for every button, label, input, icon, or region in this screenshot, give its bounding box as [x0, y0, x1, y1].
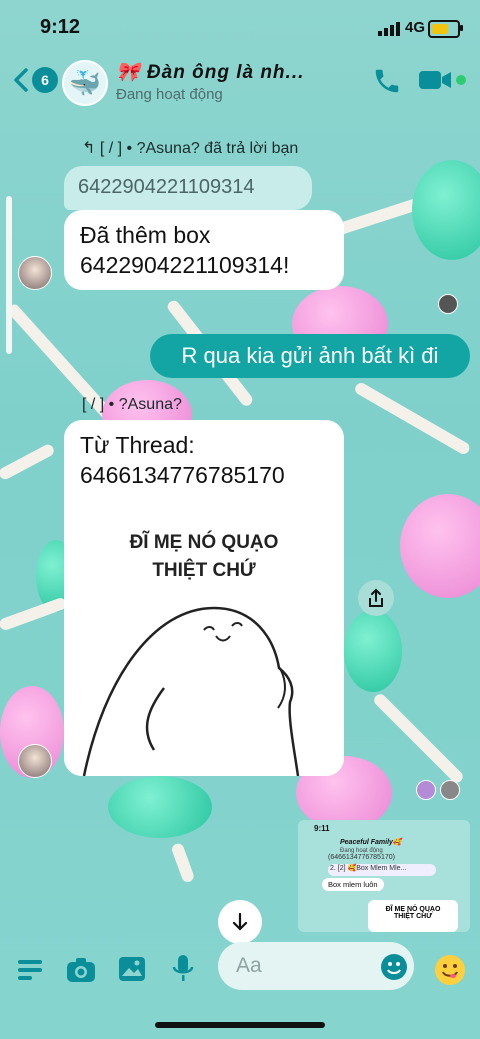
lollipop-pink	[400, 494, 480, 598]
read-receipt-avatar	[416, 780, 436, 800]
message-input[interactable]: Aa	[218, 942, 414, 990]
scroll-down-button[interactable]	[218, 900, 262, 944]
reply-header: ↰ [ / ] • ?Asuna? đã trả lời bạn	[82, 140, 299, 157]
thumb-meme: ĐĨ MẸ NÓ QUẠO THIỆT CHỨ	[368, 900, 458, 932]
lollipop-stick	[0, 442, 56, 482]
video-call-icon[interactable]	[418, 66, 452, 94]
thumb-time: 9:11	[314, 824, 330, 833]
battery-icon	[428, 20, 460, 38]
group-avatar[interactable]: 🐳	[62, 60, 108, 106]
attachment-thumbnail[interactable]: 9:11 Peaceful Family🥰 Đang hoạt động (64…	[298, 820, 470, 932]
thumb-row2: 2. [2] 🥰Box Mlem Mle...	[328, 864, 436, 876]
signal-icon	[378, 22, 400, 36]
image-message-bubble[interactable]: Từ Thread: 6466134776785170 ĐĨ MẸ NÓ QUẠ…	[64, 420, 344, 776]
thumb-meme-line1: ĐĨ MẸ NÓ QUẠO	[385, 906, 441, 913]
lollipop-stick	[371, 691, 466, 786]
chat-title[interactable]: 🎀 Đàn ông là nh...	[116, 60, 304, 84]
gallery-icon[interactable]	[118, 956, 146, 982]
lollipop-stick	[170, 841, 196, 884]
thumb-row1: (6466134776785170)	[328, 854, 395, 861]
battery-tip	[460, 25, 463, 31]
lollipop-teal	[344, 610, 402, 692]
whale-icon: 🐳	[68, 67, 102, 98]
read-receipt-avatar	[440, 780, 460, 800]
network-label: 4G	[405, 19, 426, 36]
status-bar: 9:12 4G	[0, 0, 480, 56]
meme-character-drawing	[82, 606, 300, 776]
share-button[interactable]	[358, 580, 394, 616]
lollipop-teal	[412, 160, 480, 260]
menu-icon[interactable]	[16, 958, 44, 982]
sender-avatar[interactable]	[18, 256, 52, 290]
arrow-down-icon	[232, 912, 248, 931]
thumb-title: Peaceful Family🥰	[340, 839, 402, 846]
emoji-icon[interactable]	[434, 954, 466, 986]
lollipop-stick	[0, 596, 68, 632]
lollipop-teal	[108, 776, 212, 838]
meme-image[interactable]: ĐĨ MẸ NÓ QUẠO THIỆT CHỨ	[64, 498, 344, 776]
thumb-meme-line2: THIỆT CHỨ	[393, 913, 433, 920]
my-message-bubble[interactable]: R qua kia gửi ảnh bất kì đi	[150, 334, 470, 378]
scrollbar[interactable]	[6, 196, 12, 354]
camera-icon[interactable]	[66, 956, 96, 984]
status-time: 9:12	[40, 16, 81, 38]
quoted-message[interactable]: 6422904221109314	[64, 166, 312, 210]
chat-status: Đang hoạt động	[116, 86, 223, 103]
back-button[interactable]: 6	[12, 62, 58, 98]
chevron-left-icon	[14, 68, 28, 92]
thread-text: Từ Thread: 6466134776785170	[80, 432, 285, 488]
home-indicator[interactable]	[155, 1022, 325, 1028]
unread-count-badge: 6	[32, 67, 58, 93]
read-receipt-avatar	[438, 294, 458, 314]
bot-reply-bubble[interactable]: Đã thêm box 6422904221109314!	[64, 210, 344, 290]
sender-name: [ / ] • ?Asuna?	[82, 396, 182, 413]
thumb-chip: Box mlem luôn	[322, 878, 384, 891]
lollipop-stick	[353, 380, 472, 457]
sticker-icon[interactable]	[380, 953, 408, 981]
phone-icon[interactable]	[372, 66, 402, 96]
microphone-icon[interactable]	[172, 954, 194, 984]
message-placeholder: Aa	[236, 954, 262, 977]
sender-avatar[interactable]	[18, 744, 52, 778]
online-indicator	[456, 75, 466, 85]
share-icon	[369, 588, 383, 607]
chat-screen: 9:12 4G 6 🐳 🎀 Đàn ông là nh... Đang hoạt…	[0, 0, 480, 1039]
